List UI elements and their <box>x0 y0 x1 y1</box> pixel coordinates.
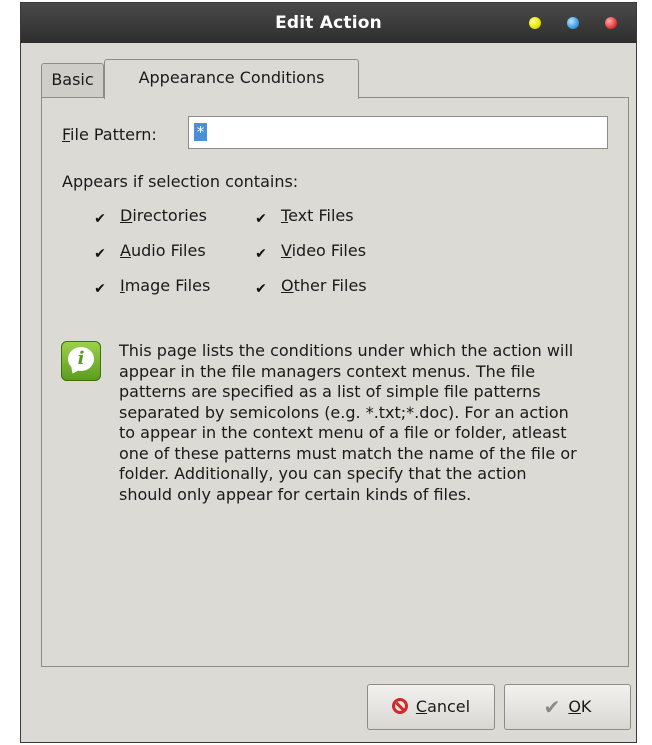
cancel-button-mnemonic: C <box>415 697 428 716</box>
info-icon-glyph: i <box>68 347 94 371</box>
checkbox-other-files-label: ther Files <box>293 276 367 295</box>
checkbox-text-files-mnemonic: T <box>281 206 289 225</box>
checkbox-video-files[interactable]: ✔ Video Files <box>253 241 367 262</box>
file-pattern-input[interactable]: * <box>188 116 608 149</box>
checkbox-directories-mnemonic: D <box>120 206 133 225</box>
checkbox-text-files[interactable]: ✔ Text Files <box>253 206 354 227</box>
checkbox-text-files-label: ext Files <box>288 206 354 225</box>
checkbox-video-files-mark[interactable]: ✔ <box>253 246 269 262</box>
checkbox-directories-mark[interactable]: ✔ <box>92 211 108 227</box>
file-pattern-label: File Pattern: <box>62 125 157 144</box>
checkbox-other-files[interactable]: ✔ Other Files <box>253 276 367 297</box>
checkbox-audio-files[interactable]: ✔ Audio Files <box>92 241 206 262</box>
ok-button-label: K <box>580 697 592 716</box>
checkbox-audio-files-label: udio Files <box>130 241 206 260</box>
checkbox-other-files-mnemonic: O <box>281 276 294 295</box>
checkbox-directories[interactable]: ✔ Directories <box>92 206 207 227</box>
checkbox-video-files-label: ideo Files <box>291 241 367 260</box>
maximize-button[interactable] <box>567 17 579 29</box>
cancel-button-label: ancel <box>427 697 471 716</box>
checkbox-other-files-mark[interactable]: ✔ <box>253 281 269 297</box>
cancel-icon <box>391 698 408 714</box>
checkbox-audio-files-mark[interactable]: ✔ <box>92 246 108 262</box>
edit-action-dialog: Edit Action Basic Appearance Conditions … <box>20 2 637 743</box>
file-pattern-value: * <box>194 123 208 141</box>
checkbox-audio-files-mnemonic: A <box>120 241 131 260</box>
cancel-button[interactable]: Cancel <box>367 684 495 730</box>
info-text: This page lists the conditions under whi… <box>119 341 577 504</box>
tab-appearance-conditions[interactable]: Appearance Conditions <box>104 59 359 99</box>
appears-label: Appears if selection contains: <box>62 172 299 191</box>
checkbox-text-files-mark[interactable]: ✔ <box>253 211 269 227</box>
ok-button[interactable]: ✔ OK <box>504 684 631 730</box>
info-icon: i <box>61 341 101 381</box>
checkmark-icon: ✔ <box>543 695 561 719</box>
file-pattern-mnemonic: F <box>62 125 71 144</box>
tab-basic[interactable]: Basic <box>41 63 104 97</box>
checkbox-image-files-mark[interactable]: ✔ <box>92 281 108 297</box>
checkbox-directories-label: irectories <box>132 206 207 225</box>
ok-button-mnemonic: O <box>568 697 581 716</box>
minimize-button[interactable] <box>529 17 541 29</box>
checkbox-image-files-label: mage Files <box>124 276 211 295</box>
checkbox-video-files-mnemonic: V <box>281 241 292 260</box>
close-button[interactable] <box>605 17 617 29</box>
window-title: Edit Action <box>275 13 382 33</box>
titlebar[interactable]: Edit Action <box>21 3 636 43</box>
checkbox-image-files[interactable]: ✔ Image Files <box>92 276 211 297</box>
file-pattern-label-text: ile Pattern: <box>70 125 157 144</box>
